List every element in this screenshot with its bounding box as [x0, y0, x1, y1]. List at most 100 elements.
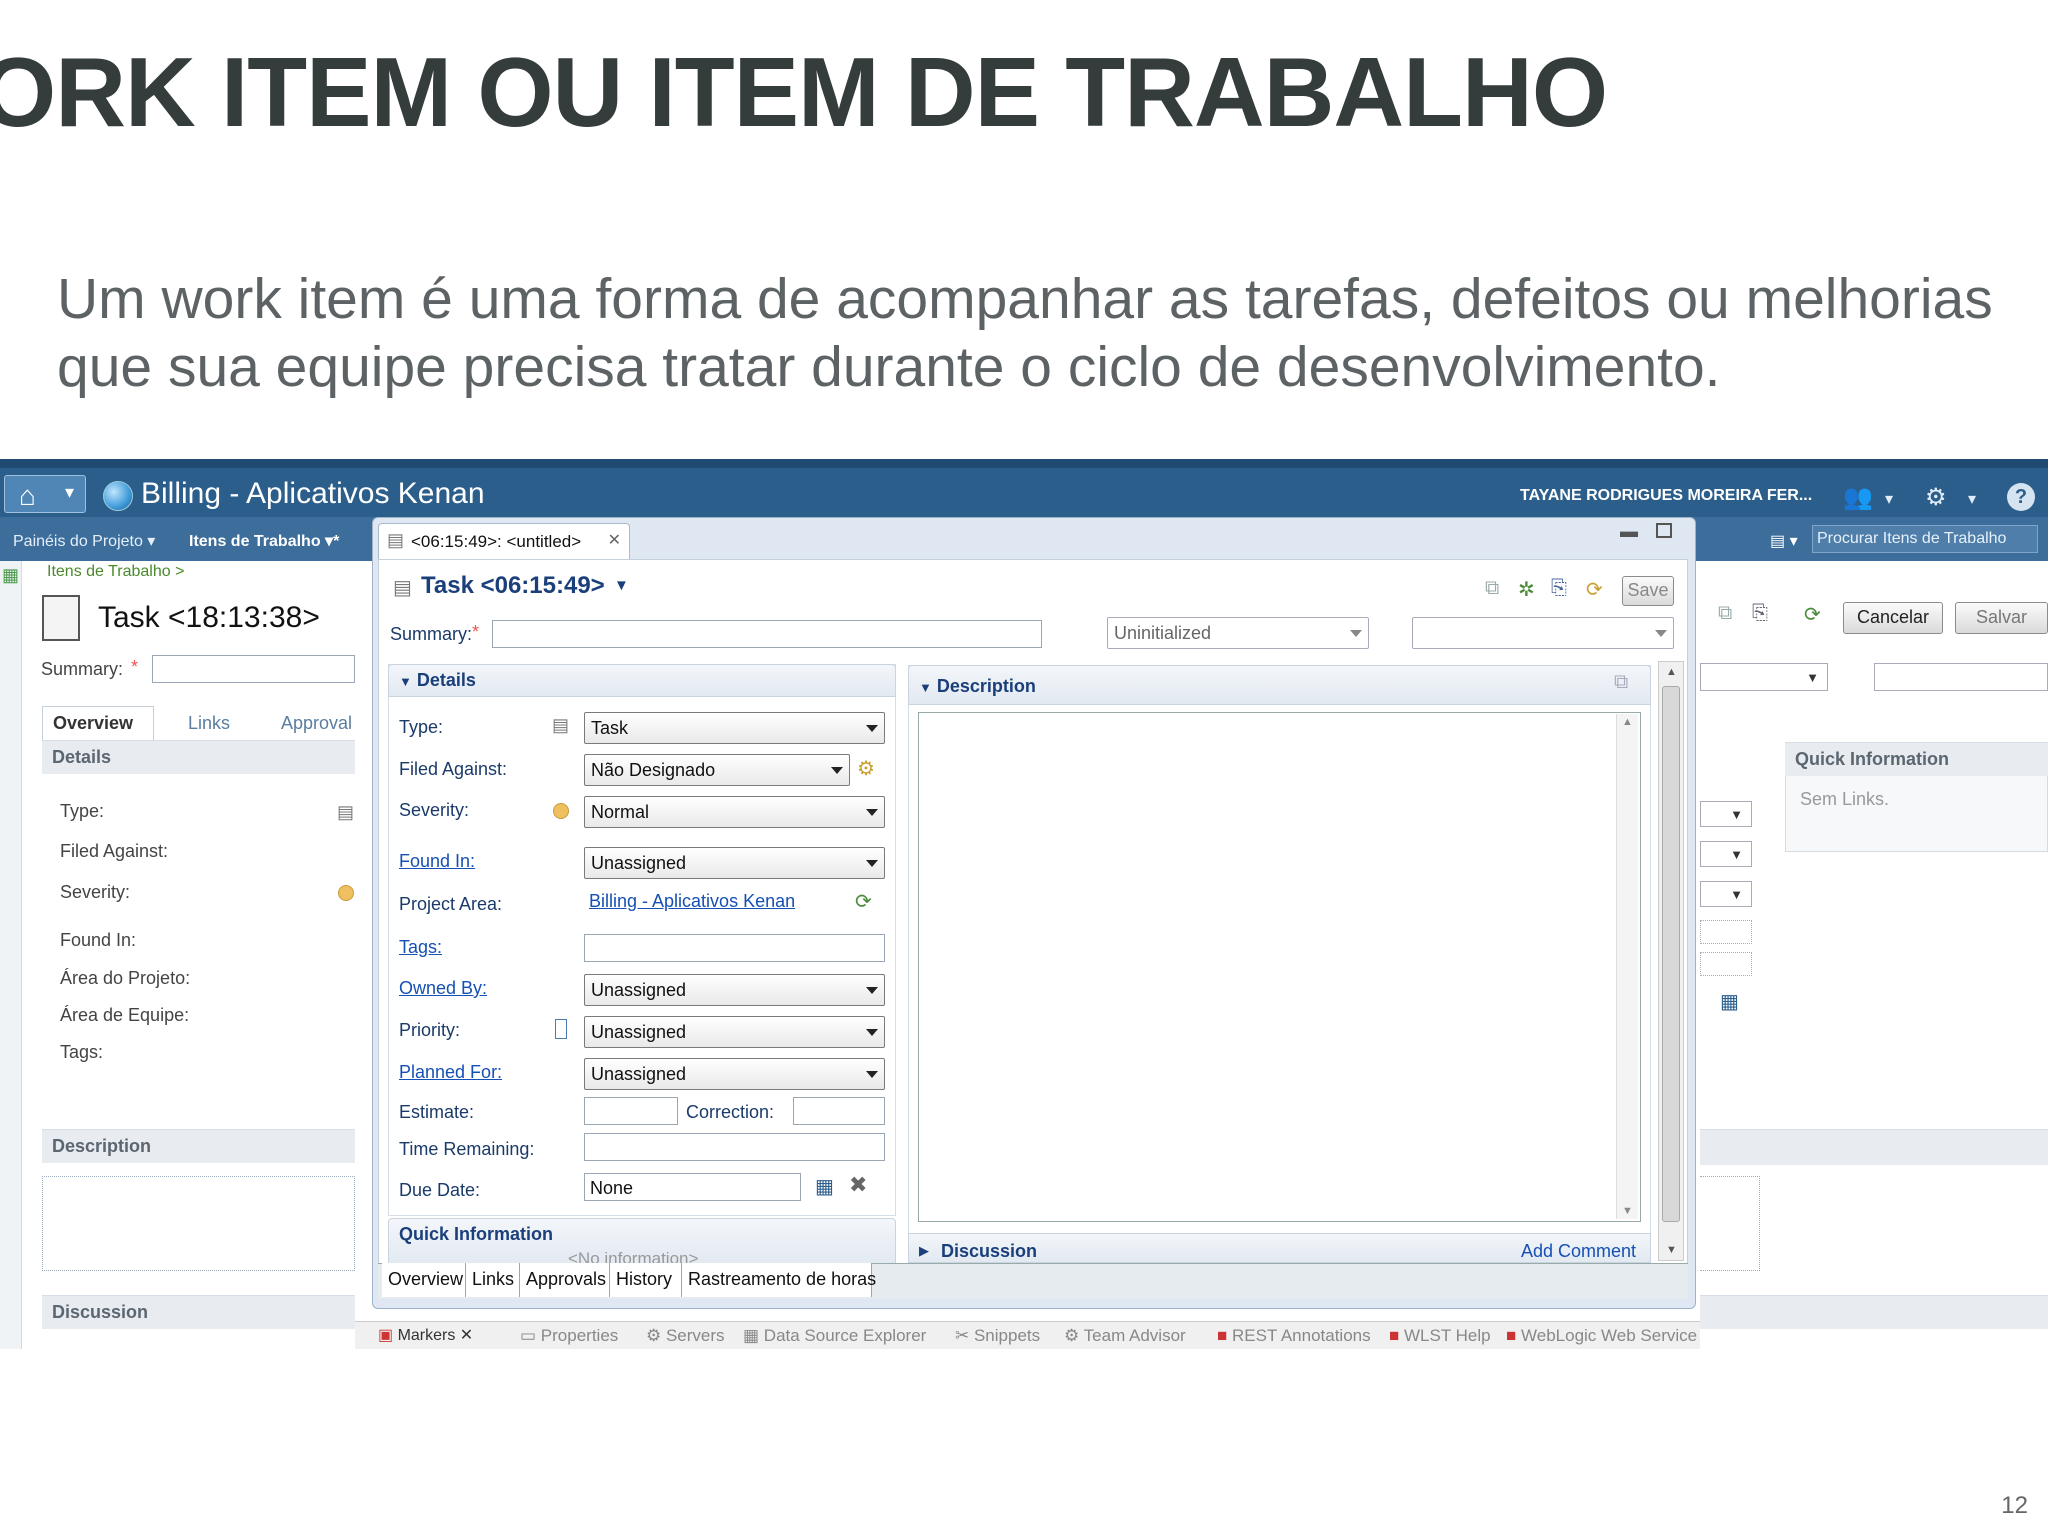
change-project-area-icon[interactable]: ⟳ — [855, 889, 872, 914]
description-scrollbar[interactable]: ▲ ▼ — [1616, 714, 1638, 1219]
planned-for-combo[interactable]: Unassigned — [584, 1058, 885, 1090]
users-icon[interactable]: 👥 — [1843, 483, 1873, 512]
page-number: 12 — [2001, 1492, 2028, 1519]
summary-input[interactable] — [492, 620, 1042, 648]
state-combo[interactable]: Uninitialized — [1107, 617, 1369, 649]
view-weblogic-web-service[interactable]: ■ WebLogic Web Service — [1506, 1326, 1697, 1346]
type-combo[interactable]: Task — [584, 712, 885, 744]
gear-icon[interactable]: ⚙ — [1925, 483, 1947, 512]
discussion-header-right — [1700, 1295, 2048, 1329]
tab-history[interactable]: History — [610, 1263, 682, 1297]
priority-icon — [555, 1019, 567, 1039]
team-area-field[interactable] — [1700, 952, 1752, 976]
work-item-type-icon[interactable]: ▤ ▾ — [1770, 531, 1798, 551]
due-date-input[interactable]: None — [584, 1173, 801, 1201]
copy-icon[interactable]: ⧉ — [1718, 602, 1732, 625]
calendar-icon[interactable]: ▦ — [815, 1174, 834, 1199]
scroll-thumb[interactable] — [1662, 686, 1680, 1222]
priority-combo[interactable]: Unassigned — [584, 1016, 885, 1048]
description-textarea[interactable] — [918, 712, 1641, 1222]
side-strip — [0, 561, 22, 1349]
tags-link[interactable]: Tags: — [399, 937, 442, 958]
tags-input[interactable] — [584, 934, 885, 962]
minimize-icon[interactable]: ▬ — [1620, 521, 1638, 542]
tab-approvals[interactable]: Approval — [281, 713, 352, 734]
tab-approvals[interactable]: Approvals — [520, 1263, 610, 1297]
resolution-combo[interactable] — [1412, 617, 1674, 649]
chevron-down-icon[interactable]: ▼ — [614, 577, 629, 594]
team-icon[interactable]: ✲ — [1518, 577, 1535, 602]
description-area[interactable] — [42, 1176, 355, 1271]
due-date-label: Due Date: — [399, 1180, 481, 1200]
chevron-down-icon[interactable]: ▾ — [1885, 489, 1893, 509]
user-name[interactable]: TAYANE RODRIGUES MOREIRA FER... — [1520, 487, 1812, 505]
description-header[interactable]: ▼ Description — [908, 665, 1651, 705]
description-copy-icon[interactable]: ⧉ — [1614, 671, 1628, 694]
tab-time-tracking[interactable]: Rastreamento de horas — [682, 1263, 876, 1297]
project-area-link[interactable]: Billing - Aplicativos Kenan — [589, 891, 795, 912]
task-title: Task <18:13:38> — [98, 601, 320, 634]
refresh-icon[interactable]: ⟳ — [1586, 577, 1603, 602]
filed-against-label: Filed Against: — [60, 841, 169, 861]
found-in-combo[interactable]: ▼ — [1700, 881, 1752, 907]
chevron-down-icon[interactable]: ▾ — [1968, 489, 1976, 509]
clear-icon[interactable]: ✖ — [849, 1172, 867, 1198]
calendar-icon[interactable]: ▦ — [1720, 989, 1739, 1014]
severity-combo[interactable]: ▼ — [1700, 841, 1752, 867]
home-button[interactable]: ⌂ ▾ — [4, 475, 86, 513]
view-servers[interactable]: ⚙ Servers — [646, 1326, 725, 1346]
breadcrumb[interactable]: Itens de Trabalho > — [47, 563, 184, 581]
view-data-source-explorer[interactable]: ▦ Data Source Explorer — [743, 1326, 926, 1346]
filed-against-combo[interactable]: Não Designado — [584, 754, 850, 786]
view-snippets[interactable]: ✂ Snippets — [955, 1326, 1040, 1346]
copy-icon[interactable]: ⧉ — [1485, 577, 1499, 600]
dialog-tab[interactable]: ▤ <06:15:49>: <untitled> ✕ — [378, 523, 630, 559]
project-area-field[interactable] — [1700, 920, 1752, 944]
description-area-right[interactable] — [1700, 1176, 1760, 1271]
view-rest-annotations[interactable]: ■ REST Annotations — [1217, 1326, 1371, 1346]
view-team-advisor[interactable]: ⚙ Team Advisor — [1064, 1326, 1186, 1346]
nav-project-dashboards[interactable]: Painéis do Projeto ▾ — [13, 531, 155, 551]
summary-input[interactable] — [152, 655, 355, 683]
view-markers[interactable]: ▣ Markers ✕ — [378, 1325, 473, 1345]
state-combo[interactable]: ▼ — [1700, 663, 1828, 691]
tab-overview[interactable]: Overview — [382, 1263, 466, 1297]
tab-overview[interactable]: Overview — [42, 706, 154, 740]
cancel-button[interactable]: Cancelar — [1843, 602, 1943, 634]
planned-for-link[interactable]: Planned For: — [399, 1062, 502, 1083]
duplicate-icon[interactable]: ⎘ — [1752, 602, 1768, 625]
add-comment-link[interactable]: Add Comment — [1521, 1241, 1636, 1262]
filed-against-combo[interactable]: ▼ — [1700, 801, 1752, 827]
nav-work-items[interactable]: Itens de Trabalho ▾* — [189, 531, 339, 551]
dialog-scrollbar[interactable]: ▲ ▼ — [1658, 661, 1684, 1261]
filed-against-label: Filed Against: — [399, 759, 508, 779]
refresh-icon[interactable]: ⟳ — [1804, 602, 1821, 627]
details-header[interactable]: ▼ Details — [388, 664, 896, 697]
time-remaining-input[interactable] — [584, 1133, 885, 1161]
tab-links[interactable]: Links — [466, 1263, 520, 1297]
owned-by-combo[interactable]: Unassigned — [584, 974, 885, 1006]
found-in-link[interactable]: Found In: — [399, 851, 475, 872]
search-work-items-input[interactable]: Procurar Itens de Trabalho — [1812, 525, 2038, 553]
time-remaining-label: Time Remaining: — [399, 1139, 535, 1159]
home-icon: ⌂ — [19, 480, 36, 511]
estimate-input[interactable] — [584, 1097, 678, 1125]
tab-links[interactable]: Links — [188, 713, 230, 734]
project-name[interactable]: Billing - Aplicativos Kenan — [141, 477, 485, 511]
found-in-combo[interactable]: Unassigned — [584, 847, 885, 879]
owned-by-link[interactable]: Owned By: — [399, 978, 487, 999]
category-icon[interactable]: ⚙ — [857, 756, 875, 781]
view-properties[interactable]: ▭ Properties — [520, 1326, 618, 1346]
correction-input[interactable] — [793, 1097, 885, 1125]
save-button[interactable]: Save — [1622, 576, 1674, 606]
view-wlst-help[interactable]: ■ WLST Help — [1389, 1326, 1491, 1346]
duplicate-icon[interactable]: ⎘ — [1551, 577, 1567, 600]
severity-icon — [338, 885, 354, 901]
help-icon[interactable]: ? — [2007, 483, 2035, 511]
close-icon[interactable]: ✕ — [608, 530, 621, 550]
save-button[interactable]: Salvar — [1955, 602, 2048, 634]
severity-combo[interactable]: Normal — [584, 796, 885, 828]
resolution-combo[interactable] — [1874, 663, 2048, 691]
slide-subtitle-line2: que sua equipe precisa tratar durante o … — [57, 335, 1721, 399]
maximize-icon[interactable] — [1656, 523, 1672, 538]
